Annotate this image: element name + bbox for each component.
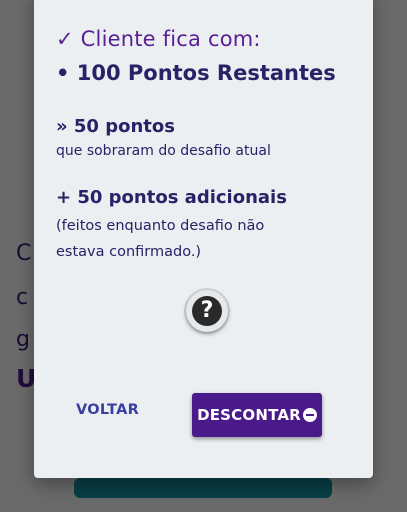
question-mark-icon: ?	[192, 296, 222, 326]
points-item-description: que sobraram do desafio atual	[56, 143, 271, 159]
points-item-title: » 50 pontos	[56, 116, 175, 137]
dialog-heading: ✓ Cliente fica com:	[56, 27, 261, 51]
back-button[interactable]: VOLTAR	[76, 395, 139, 425]
discount-button-label: DESCONTAR	[197, 406, 301, 424]
points-item-title: + 50 pontos adicionais	[56, 187, 287, 208]
description-line: estava confirmado.)	[56, 244, 202, 260]
points-item-description: (feitos enquanto desafio não estava conf…	[56, 213, 264, 265]
remaining-points-total: • 100 Pontos Restantes	[56, 61, 336, 85]
description-line: (feitos enquanto desafio não	[56, 218, 265, 234]
discount-button[interactable]: DESCONTAR	[192, 393, 322, 437]
points-dialog: ✓ Cliente fica com: • 100 Pontos Restant…	[34, 0, 373, 478]
help-button[interactable]: ?	[186, 290, 228, 332]
minus-circle-icon	[302, 408, 317, 422]
screen: C c g U ✓ Cliente fica com: • 100 Pontos…	[0, 0, 407, 512]
